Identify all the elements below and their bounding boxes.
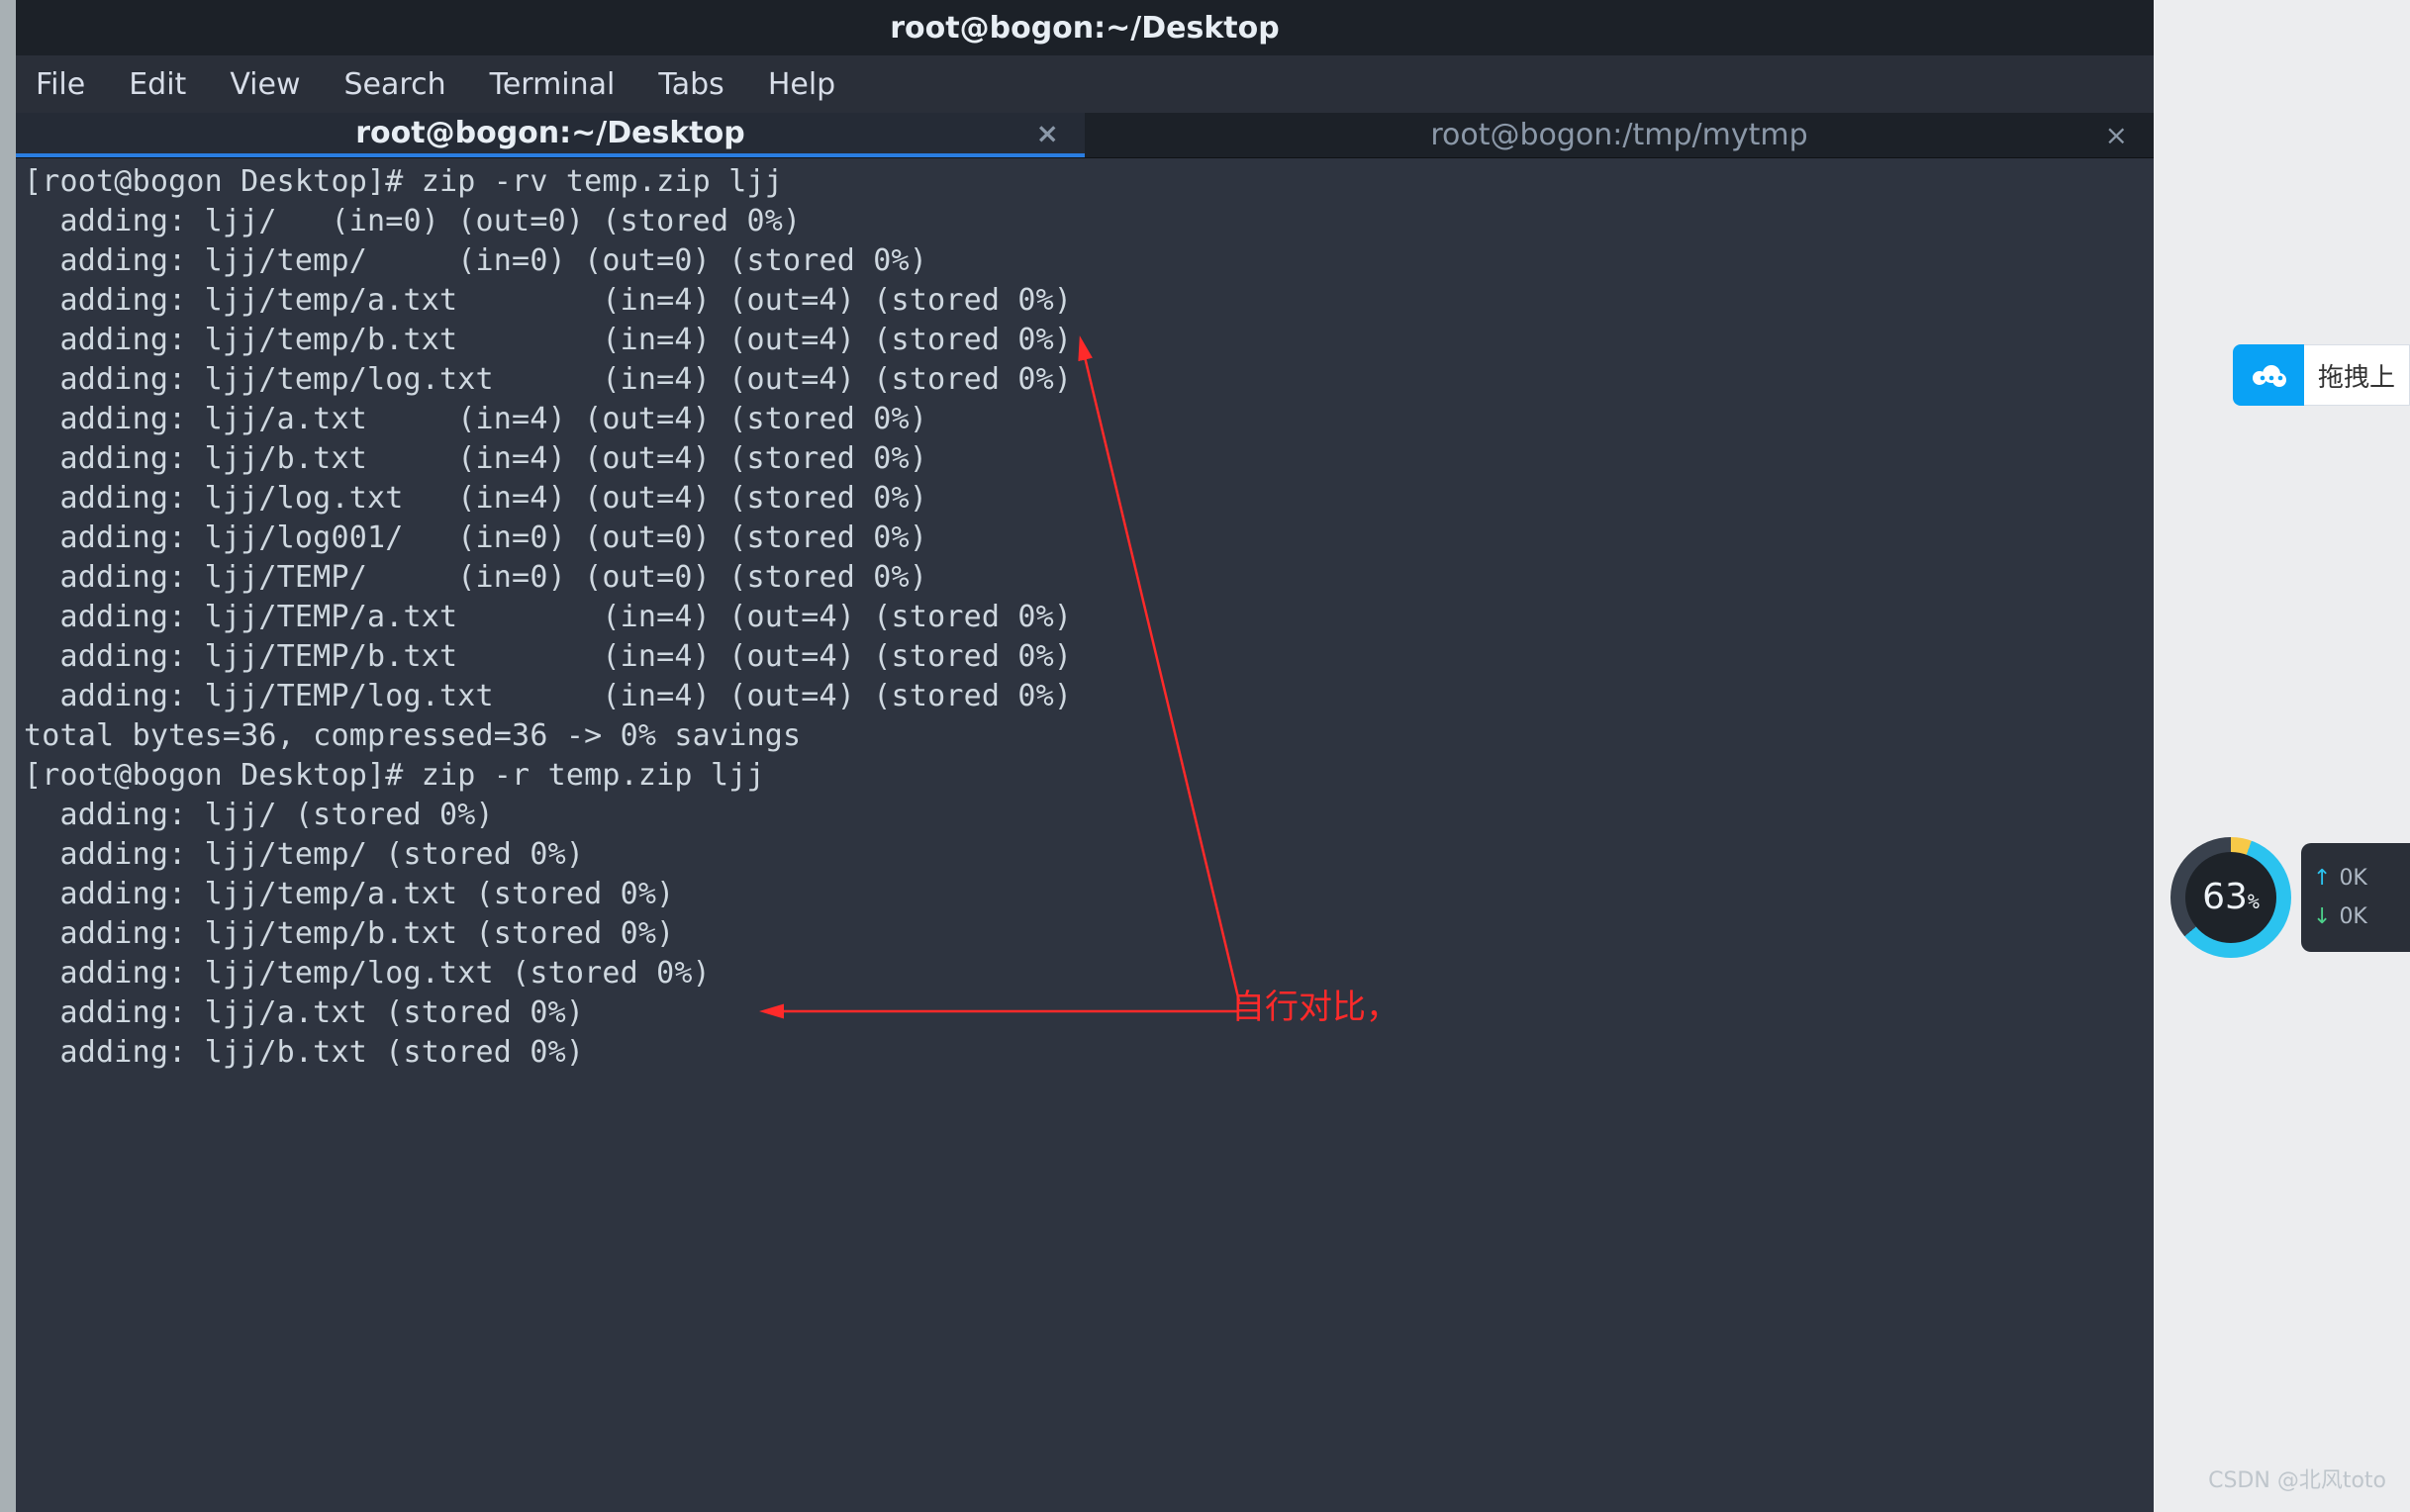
terminal-line: total bytes=36, compressed=36 -> 0% savi… — [24, 718, 801, 753]
terminal-line: adding: ljj/TEMP/ (in=0) (out=0) (stored… — [24, 560, 927, 595]
terminal-line: adding: ljj/log.txt (in=4) (out=4) (stor… — [24, 481, 927, 516]
terminal-line: adding: ljj/temp/log.txt (stored 0%) — [24, 956, 711, 991]
menubar: File Edit View Search Terminal Tabs Help — [16, 55, 2154, 113]
terminal-line: [root@bogon Desktop]# zip -rv temp.zip l… — [24, 164, 783, 199]
window-titlebar[interactable]: root@bogon:~/Desktop — [16, 0, 2154, 55]
terminal-line: adding: ljj/b.txt (in=4) (out=4) (stored… — [24, 441, 927, 476]
tab-label: root@bogon:/tmp/mytmp — [1430, 118, 1807, 152]
terminal-line: adding: ljj/temp/b.txt (in=4) (out=4) (s… — [24, 323, 1072, 357]
terminal-line: adding: ljj/temp/ (stored 0%) — [24, 837, 584, 872]
net-down-row: ↓ 0K — [2313, 904, 2410, 929]
terminal-line: adding: ljj/TEMP/a.txt (in=4) (out=4) (s… — [24, 600, 1072, 634]
terminal-line: adding: ljj/log001/ (in=0) (out=0) (stor… — [24, 520, 927, 555]
terminal-line: adding: ljj/b.txt (stored 0%) — [24, 1035, 584, 1070]
menu-terminal[interactable]: Terminal — [490, 67, 616, 102]
terminal-line: [root@bogon Desktop]# zip -r temp.zip lj… — [24, 758, 765, 793]
net-down-value: 0K — [2339, 904, 2366, 929]
terminal-line: adding: ljj/temp/log.txt (in=4) (out=4) … — [24, 362, 1072, 397]
terminal-line: adding: ljj/ (in=0) (out=0) (stored 0%) — [24, 204, 801, 238]
tab-bar: root@bogon:~/Desktop × root@bogon:/tmp/m… — [16, 113, 2154, 158]
window-side-strip — [0, 0, 16, 1512]
terminal-window: root@bogon:~/Desktop File Edit View Sear… — [16, 0, 2154, 1512]
desktop-background — [2154, 0, 2410, 1512]
tab-desktop[interactable]: root@bogon:~/Desktop × — [16, 113, 1085, 157]
terminal-line: adding: ljj/temp/b.txt (stored 0%) — [24, 916, 674, 951]
arrow-up-icon: ↑ — [2313, 866, 2331, 891]
close-icon[interactable]: × — [1036, 117, 1059, 149]
terminal-line: adding: ljj/a.txt (stored 0%) — [24, 995, 584, 1030]
watermark: CSDN @北风toto — [2208, 1463, 2386, 1494]
dial-value: 63 — [2202, 852, 2248, 943]
annotation-text: 自行对比， — [1231, 980, 1399, 1028]
dial-suffix: % — [2248, 890, 2260, 913]
terminal-line: adding: ljj/temp/a.txt (in=4) (out=4) (s… — [24, 283, 1072, 318]
window-title: root@bogon:~/Desktop — [890, 11, 1279, 46]
arrow-down-icon: ↓ — [2313, 904, 2331, 929]
menu-view[interactable]: View — [230, 67, 300, 102]
tab-mytmp[interactable]: root@bogon:/tmp/mytmp × — [1085, 113, 2154, 157]
upload-label: 拖拽上 — [2304, 344, 2410, 406]
menu-search[interactable]: Search — [344, 67, 446, 102]
net-up-row: ↑ 0K — [2313, 866, 2410, 891]
menu-help[interactable]: Help — [768, 67, 835, 102]
menu-edit[interactable]: Edit — [129, 67, 186, 102]
terminal-line: adding: ljj/TEMP/log.txt (in=4) (out=4) … — [24, 679, 1072, 713]
menu-file[interactable]: File — [36, 67, 85, 102]
performance-dial[interactable]: 63% — [2170, 837, 2291, 958]
terminal-line: adding: ljj/ (stored 0%) — [24, 798, 494, 832]
network-widget[interactable]: ↑ 0K ↓ 0K — [2301, 843, 2410, 952]
terminal-body[interactable]: [root@bogon Desktop]# zip -rv temp.zip l… — [16, 158, 2154, 1073]
tab-label: root@bogon:~/Desktop — [355, 116, 744, 150]
close-icon[interactable]: × — [2105, 119, 2128, 151]
net-up-value: 0K — [2339, 866, 2366, 891]
cloud-icon — [2233, 344, 2304, 406]
terminal-line: adding: ljj/TEMP/b.txt (in=4) (out=4) (s… — [24, 639, 1072, 674]
upload-widget[interactable]: 拖拽上 — [2233, 344, 2410, 406]
terminal-line: adding: ljj/temp/a.txt (stored 0%) — [24, 877, 674, 911]
terminal-line: adding: ljj/temp/ (in=0) (out=0) (stored… — [24, 243, 927, 278]
terminal-line: adding: ljj/a.txt (in=4) (out=4) (stored… — [24, 402, 927, 436]
menu-tabs[interactable]: Tabs — [658, 67, 723, 102]
